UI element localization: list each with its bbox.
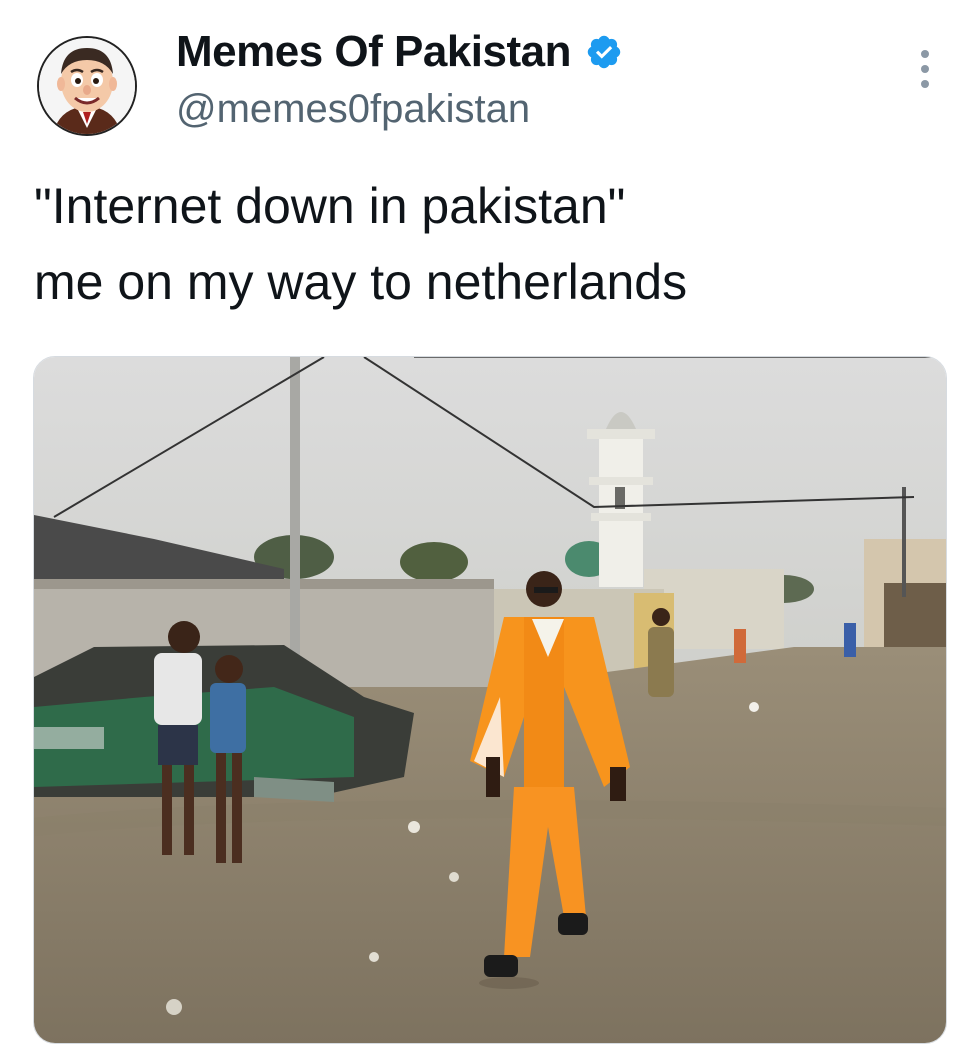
more-dot (921, 65, 929, 73)
street-scene-illustration (34, 357, 946, 1043)
tweet-text-line: me on my way to netherlands (34, 254, 688, 310)
tweet-photo[interactable] (33, 356, 947, 1044)
display-name[interactable]: Memes Of Pakistan (176, 26, 572, 78)
more-dot (921, 50, 929, 58)
verified-badge-icon (587, 35, 621, 69)
cartoon-face-avatar-icon (39, 38, 135, 134)
more-dot (921, 80, 929, 88)
tweet-text: "Internet down in pakistan" me on my way… (34, 168, 944, 320)
avatar[interactable] (37, 36, 137, 136)
tweet-text-line: "Internet down in pakistan" (34, 178, 626, 234)
more-options-icon[interactable] (910, 50, 940, 96)
author-handle[interactable]: @memes0fpakistan (176, 84, 530, 134)
author-name-row: Memes Of Pakistan (176, 26, 623, 78)
